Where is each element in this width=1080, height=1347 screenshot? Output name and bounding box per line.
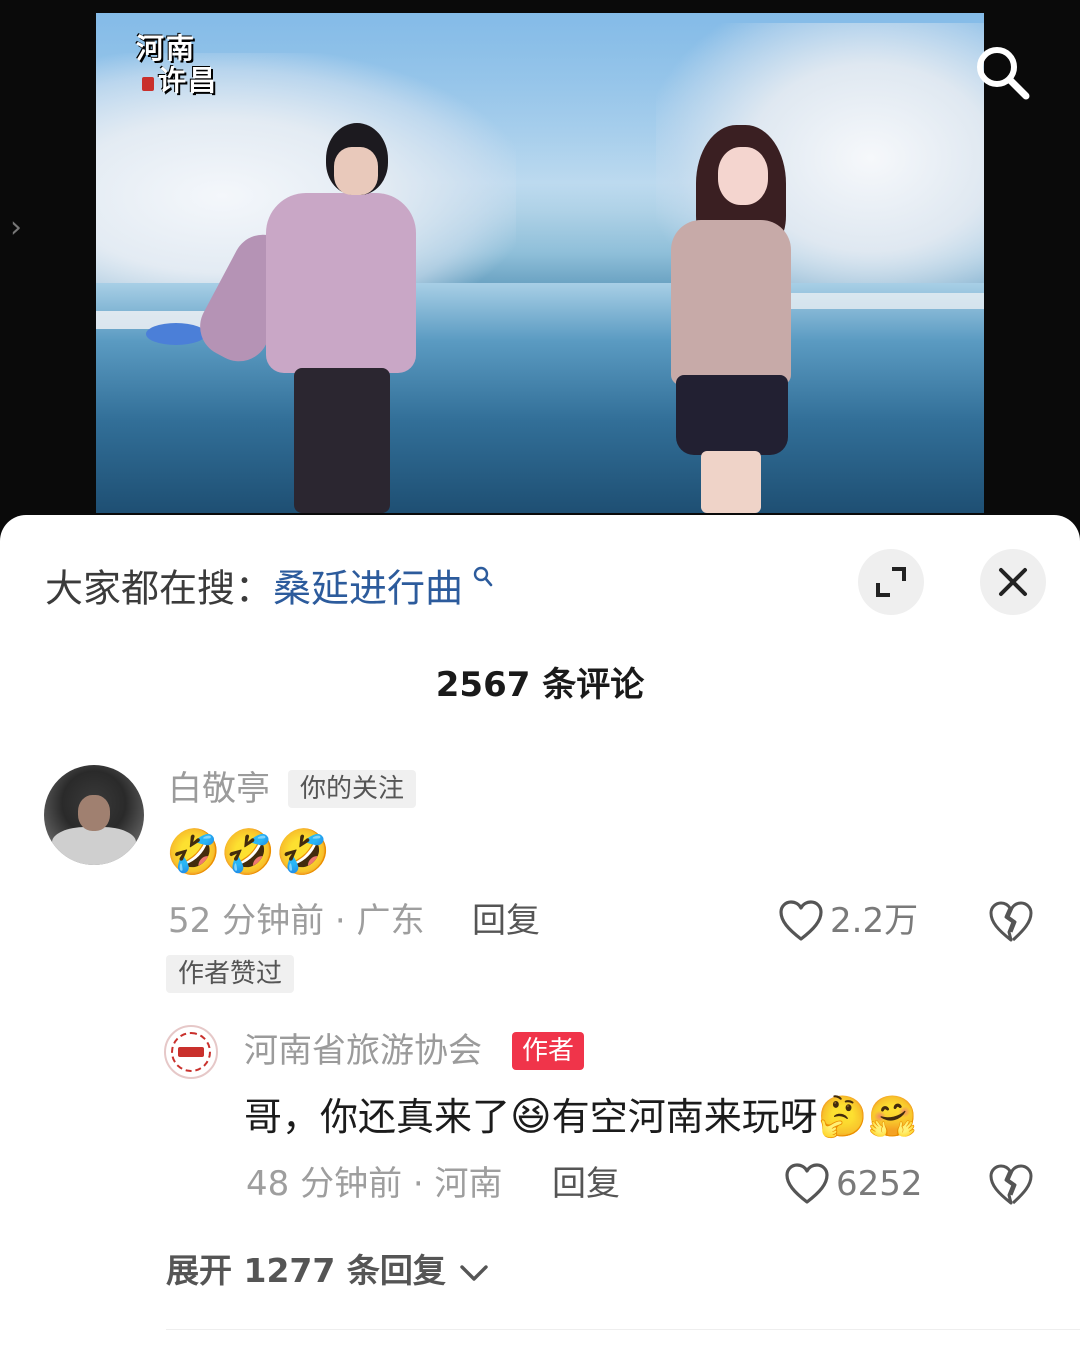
search-icon[interactable] [972, 42, 1032, 102]
broken-heart-icon [989, 1164, 1033, 1205]
avatar-face [78, 795, 110, 831]
search-small-icon [465, 565, 493, 595]
girl-jacket [671, 220, 791, 385]
girl-skirt [676, 375, 788, 455]
girl-legs [701, 451, 761, 513]
reply-username[interactable]: 河南省旅游协会 [244, 1029, 482, 1073]
watermark-logo: 河南 许昌 [136, 33, 236, 107]
dislike-button[interactable] [988, 899, 1034, 945]
reply-reply-button[interactable]: 回复 [552, 1162, 620, 1206]
broken-heart-icon [989, 901, 1033, 942]
chevron-right-icon[interactable]: › [0, 188, 32, 268]
expand-replies-label: 展开 1277 条回复 [166, 1251, 446, 1290]
hot-search-bar[interactable]: 大家都在搜：桑延进行曲 [45, 555, 493, 611]
stone-railing-right [786, 293, 984, 309]
comment-meta: 52 分钟前 · 广东 [168, 901, 425, 941]
comment-text: 🤣🤣🤣 [166, 827, 331, 878]
reply-like-count: 6252 [836, 1164, 923, 1204]
reply-text-part2: 有空河南来玩呀 [551, 1095, 818, 1139]
close-icon [999, 568, 1027, 596]
chevron-down-icon [460, 1264, 489, 1281]
heart-icon [785, 1163, 829, 1204]
boy-hoodie [266, 193, 416, 373]
watermark-line1: 河南 [136, 32, 197, 65]
like-count: 2.2万 [830, 901, 919, 941]
heart-icon [779, 900, 823, 941]
thinking-hug-emoji: 🤔🤗 [817, 1094, 918, 1140]
avatar[interactable] [44, 765, 144, 865]
blue-fan [146, 323, 206, 345]
reply-like-button[interactable]: 6252 [784, 1162, 923, 1206]
comment-sheet: 大家都在搜：桑延进行曲 2567 条评论 白敬亭 你的关注 🤣🤣🤣 52 分钟前… [0, 515, 1080, 1347]
video-frame[interactable]: 河南 许昌 [96, 13, 984, 513]
hot-search-label: 大家都在搜： [45, 566, 274, 611]
person-girl [656, 125, 806, 513]
avatar-body [52, 827, 136, 865]
expand-icon [876, 567, 906, 597]
logo-seal [142, 77, 154, 91]
video-player[interactable]: › 河南 许昌 [0, 0, 1080, 540]
author-liked-tag: 作者赞过 [166, 955, 295, 993]
boy-face [334, 147, 378, 195]
expand-button[interactable] [858, 549, 924, 615]
divider [166, 1329, 1080, 1330]
close-button[interactable] [980, 549, 1046, 615]
girl-face [718, 147, 768, 205]
reply-text-part1: 哥，你还真来了 [244, 1095, 511, 1139]
reply-text: 哥，你还真来了😆有空河南来玩呀🤔🤗 [244, 1091, 917, 1143]
comment-username[interactable]: 白敬亭 [168, 767, 270, 811]
person-boy [146, 123, 416, 513]
reply-dislike-button[interactable] [988, 1162, 1034, 1208]
author-tag: 作者 [512, 1032, 585, 1070]
reply-avatar[interactable] [164, 1025, 218, 1079]
reply-button[interactable]: 回复 [472, 899, 540, 943]
laughing-emoji: 😆 [510, 1094, 552, 1140]
hot-search-term[interactable]: 桑延进行曲 [273, 567, 463, 611]
like-button[interactable]: 2.2万 [778, 899, 918, 943]
expand-replies-button[interactable]: 展开 1277 条回复 [166, 1249, 491, 1293]
reply-meta: 48 分钟前 · 河南 [246, 1164, 503, 1204]
follow-tag: 你的关注 [288, 770, 417, 808]
avatar-seal-mark [178, 1047, 204, 1057]
watermark-line2: 许昌 [158, 64, 219, 97]
boy-legs [294, 368, 390, 513]
comment-count: 2567 条评论 [435, 665, 645, 705]
